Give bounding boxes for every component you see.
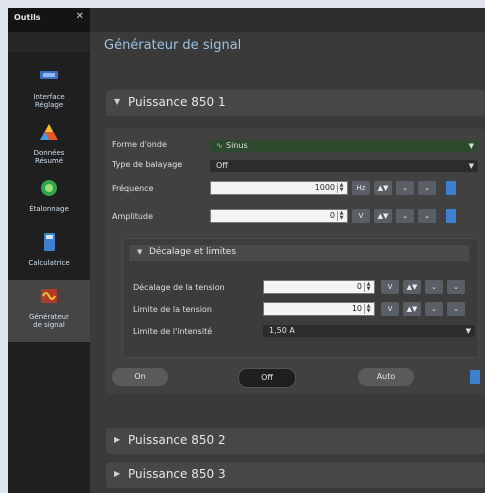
voltage-limit-value: 10 (351, 304, 362, 313)
amplitude-value: 0 (329, 211, 335, 220)
sidebar-item-data-summary[interactable]: Données Résumé (8, 116, 90, 176)
page-title: Générateur de signal (104, 38, 242, 53)
current-limit-select[interactable]: 1,50 A ▼ (263, 325, 475, 337)
increment-button[interactable]: ▲▼ (403, 280, 421, 294)
sweep-down-button[interactable]: ⌄ (396, 181, 414, 195)
document-icon[interactable] (446, 209, 456, 223)
stepper-icon[interactable]: ▲ ▼ (337, 211, 345, 221)
stepper-icon[interactable]: ▲ ▼ (337, 183, 345, 193)
sweep-up-button[interactable]: ⌄ (418, 181, 436, 195)
step-up-button[interactable]: ⌄ (447, 302, 465, 316)
voltage-offset-value: 0 (356, 282, 362, 291)
data-summary-icon (40, 124, 58, 140)
increment-button[interactable]: ▲▼ (374, 209, 392, 223)
step-down-button[interactable]: ⌄ (396, 209, 414, 223)
sweep-type-value: Off (216, 161, 228, 170)
sidebar-item-signal-generator[interactable]: Générateur de signal (8, 280, 90, 342)
sidebar-item-label: Calculatrice (28, 259, 70, 267)
step-down-button[interactable]: ⌄ (425, 280, 443, 294)
sidebar-item-label: Interface Réglage (33, 93, 65, 109)
waveform-label: Forme d'onde (112, 140, 167, 149)
expand-right-icon: ▶ (114, 469, 121, 478)
panel-title: Puissance 850 2 (128, 433, 226, 447)
document-icon[interactable] (470, 370, 480, 384)
step-down-button[interactable]: ⌄ (425, 302, 443, 316)
unit-v-button[interactable]: V (352, 209, 370, 223)
step-up-button[interactable]: ⌄ (418, 209, 436, 223)
waveform-value: Sinus (226, 141, 248, 150)
calculator-icon (44, 233, 55, 251)
document-icon[interactable] (446, 181, 456, 195)
current-limit-value: 1,50 A (269, 326, 295, 335)
unit-v-button[interactable]: V (381, 302, 399, 316)
expand-down-icon: ▼ (114, 97, 121, 106)
sidebar-item-label: Données Résumé (33, 149, 65, 165)
off-button[interactable]: Off (238, 368, 296, 388)
frequency-label: Fréquence (112, 184, 154, 193)
voltage-limit-input[interactable]: 10 ▲ ▼ (263, 302, 375, 316)
sidebar-header: Outils ✕ (8, 8, 90, 32)
voltage-offset-input[interactable]: 0 ▲ ▼ (263, 280, 375, 294)
panel-header-puissance-3[interactable]: ▶ Puissance 850 3 (106, 462, 485, 488)
stepper-icon[interactable]: ▲ ▼ (364, 304, 372, 314)
current-limit-label: Limite de l'intensité (133, 327, 213, 336)
main-area: Générateur de signal ▼ Puissance 850 1 F… (90, 8, 485, 493)
interface-icon (40, 71, 58, 79)
top-bar (90, 8, 485, 32)
sine-icon: ∿ (216, 141, 223, 150)
chevron-down-icon: ▼ (468, 142, 474, 150)
sidebar-item-interface[interactable]: Interface Réglage (8, 60, 90, 120)
voltage-limit-label: Limite de la tension (133, 305, 212, 314)
step-up-button[interactable]: ⌄ (447, 280, 465, 294)
sidebar-title: Outils (14, 13, 41, 22)
panel-body-puissance-1: Forme d'onde ∿ Sinus ▼ Type de balayage … (106, 128, 485, 394)
auto-button[interactable]: Auto (358, 368, 414, 386)
frequency-input[interactable]: 1000 ▲ ▼ (210, 181, 348, 195)
sweep-type-label: Type de balayage (112, 160, 183, 169)
voltage-offset-label: Décalage de la tension (133, 283, 225, 292)
screen-frame: Outils ✕ Interface Réglage Données Résum… (0, 0, 485, 493)
unit-v-button[interactable]: V (381, 280, 399, 294)
calibration-icon (41, 180, 57, 196)
panel-title: Puissance 850 3 (128, 467, 226, 481)
chevron-down-icon: ▼ (468, 162, 474, 170)
chevron-down-icon: ▼ (465, 327, 471, 335)
offset-limits-header[interactable]: ▼ Décalage et limites (129, 245, 469, 261)
sidebar-item-label: Étalonnage (29, 205, 69, 213)
amplitude-input[interactable]: 0 ▲ ▼ (210, 209, 348, 223)
sidebar-item-calculator[interactable]: Calculatrice (8, 226, 90, 286)
signal-generator-icon (41, 289, 57, 303)
sidebar: Outils ✕ Interface Réglage Données Résum… (8, 8, 90, 493)
panel-header-puissance-1[interactable]: ▼ Puissance 850 1 (106, 90, 485, 116)
panel-title: Puissance 850 1 (128, 95, 226, 109)
app-window: Outils ✕ Interface Réglage Données Résum… (8, 8, 485, 493)
frequency-value: 1000 (314, 183, 335, 192)
increment-button[interactable]: ▲▼ (403, 302, 421, 316)
amplitude-label: Amplitude (112, 212, 153, 221)
expand-right-icon: ▶ (114, 435, 121, 444)
sweep-type-select[interactable]: Off ▼ (210, 160, 478, 172)
unit-hz-button[interactable]: Hz (352, 181, 370, 195)
stepper-icon[interactable]: ▲ ▼ (364, 282, 372, 292)
waveform-select[interactable]: ∿ Sinus ▼ (210, 140, 478, 152)
close-icon[interactable]: ✕ (76, 11, 84, 22)
sidebar-item-label: Générateur de signal (28, 313, 69, 329)
on-button[interactable]: On (112, 368, 168, 386)
increment-button[interactable]: ▲▼ (374, 181, 392, 195)
offset-limits-group: ▼ Décalage et limites Décalage de la ten… (122, 238, 479, 358)
sidebar-subbar (8, 32, 90, 52)
expand-down-icon: ▼ (137, 248, 143, 256)
sidebar-item-calibration[interactable]: Étalonnage (8, 172, 90, 232)
offset-limits-title: Décalage et limites (149, 247, 237, 257)
panel-header-puissance-2[interactable]: ▶ Puissance 850 2 (106, 428, 485, 454)
